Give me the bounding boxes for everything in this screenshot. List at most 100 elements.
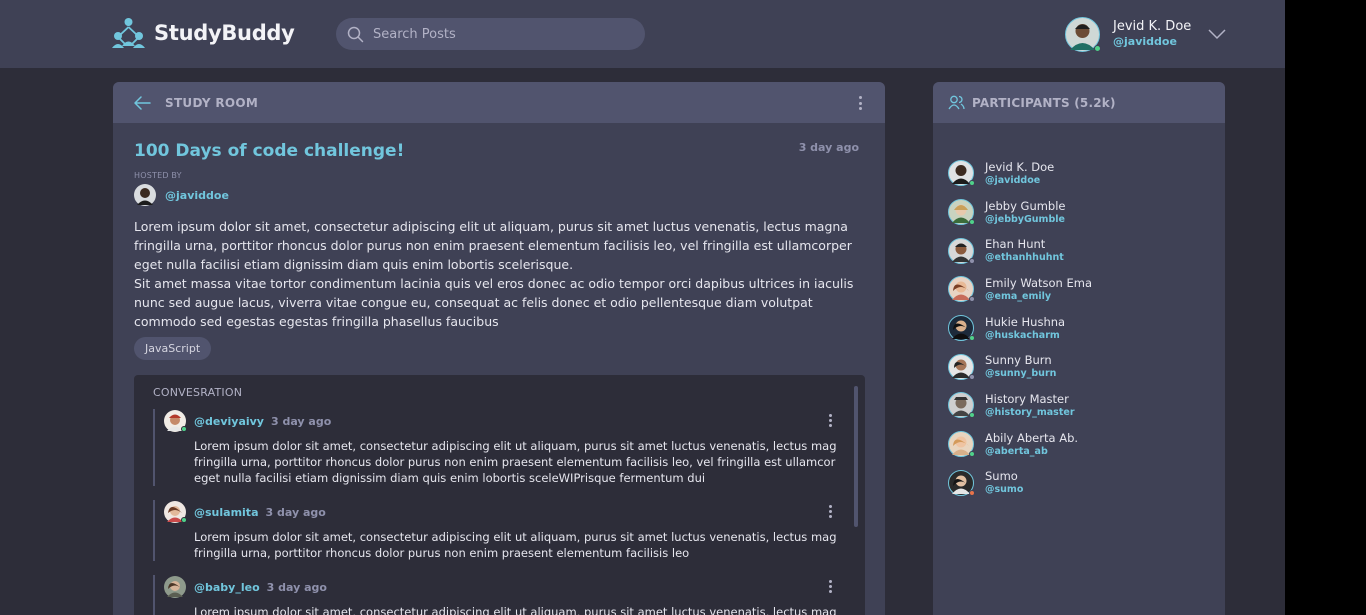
study-room-panel: STUDY ROOM 100 Days of code challenge! 3… — [113, 82, 885, 615]
online-status-dot — [181, 517, 187, 523]
status-dot — [969, 257, 975, 264]
participant-avatar[interactable] — [948, 431, 975, 458]
status-dot — [969, 489, 975, 496]
participants-panel: PARTICIPANTS (5.2k) Jevid K. Doe @javidd… — [933, 82, 1225, 615]
topic-tag[interactable]: JavaScript — [134, 337, 212, 360]
host-info[interactable]: @javiddoe — [134, 184, 229, 206]
participant-name: Jebby Gumble — [985, 198, 1066, 213]
message-text: Lorem ipsum dolor sit amet, consectetur … — [194, 439, 837, 485]
participant-handle: @aberta_ab — [985, 445, 1048, 457]
participant-item[interactable]: Jevid K. Doe @javiddoe — [948, 154, 1092, 193]
participant-name: Hukie Hushna — [985, 314, 1066, 329]
post-description-paragraph: Sit amet massa vitae tortor condimentum … — [134, 276, 854, 329]
message-text: Lorem ipsum dolor sit amet, consectetur … — [194, 530, 837, 560]
app-name: StudyBuddy — [154, 21, 295, 45]
message-options-icon[interactable] — [828, 414, 832, 427]
message-time: 3 day ago — [266, 580, 327, 594]
host-avatar[interactable] — [134, 184, 156, 206]
status-dot — [969, 412, 975, 419]
status-dot — [969, 180, 975, 187]
message: @deviyaivy 3 day ago Lorem ipsum dolor s… — [153, 409, 843, 486]
participant-avatar[interactable] — [948, 392, 975, 419]
logo-icon — [112, 18, 145, 48]
participant-name: Sunny Burn — [985, 353, 1052, 368]
message-author[interactable]: @sulamita — [194, 506, 259, 519]
message-options-icon[interactable] — [828, 580, 832, 593]
top-header: StudyBuddy Jevid K. Doe @javidd — [0, 0, 1285, 68]
status-dot — [969, 219, 975, 226]
participant-name: Emily Watson Ema — [985, 275, 1092, 290]
participant-name: Jevid K. Doe — [985, 159, 1055, 174]
room-options-icon[interactable] — [858, 96, 862, 110]
participant-avatar[interactable] — [948, 199, 975, 226]
conversation-panel: CONVESRATION @deviyaivy 3 day ago Lorem … — [134, 375, 865, 615]
participants-list: Jevid K. Doe @javiddoe Jebby Gumble @jeb… — [948, 154, 1092, 502]
message-text: Lorem ipsum dolor sit amet, consectetur … — [194, 605, 837, 615]
message-avatar-image — [164, 576, 186, 598]
status-dot — [969, 373, 975, 380]
participant-avatar[interactable] — [948, 315, 975, 342]
message-time: 3 day ago — [270, 414, 332, 428]
app-window: StudyBuddy Jevid K. Doe @javidd — [0, 0, 1285, 615]
participant-item[interactable]: Ehan Hunt @ethanhhuhnt — [948, 231, 1092, 270]
room-content: 100 Days of code challenge! 3 day ago HO… — [113, 123, 885, 615]
participant-avatar[interactable] — [948, 160, 975, 187]
host-avatar-image — [134, 184, 156, 206]
participant-handle: @huskacharm — [985, 329, 1060, 341]
search-input[interactable] — [373, 26, 623, 42]
participant-avatar[interactable] — [948, 276, 975, 303]
user-menu[interactable]: Jevid K. Doe @javiddoe — [1065, 16, 1227, 52]
participant-handle: @ema_emily — [985, 290, 1052, 302]
online-status-dot — [181, 426, 187, 432]
message-time: 3 day ago — [265, 505, 326, 519]
status-dot — [969, 335, 975, 342]
participants-title: PARTICIPANTS (5.2k) — [972, 95, 1116, 110]
status-dot — [969, 296, 975, 303]
message-avatar[interactable] — [164, 410, 187, 432]
participant-avatar[interactable] — [948, 469, 975, 496]
participant-name: Abily Aberta Ab. — [985, 430, 1079, 445]
participant-item[interactable]: Abily Aberta Ab. @aberta_ab — [948, 425, 1092, 464]
participant-item[interactable]: Sunny Burn @sunny_burn — [948, 347, 1092, 386]
online-status-dot — [1094, 44, 1101, 52]
message-author[interactable]: @baby_leo — [194, 581, 260, 594]
message-author[interactable]: @deviyaivy — [194, 415, 264, 428]
post-time: 3 day ago — [798, 141, 859, 154]
participant-avatar[interactable] — [948, 237, 975, 264]
participant-name: Ehan Hunt — [985, 237, 1046, 252]
users-icon — [948, 95, 965, 110]
message-avatar[interactable] — [164, 576, 186, 598]
host-handle[interactable]: @javiddoe — [165, 189, 229, 202]
participant-item[interactable]: History Master @history_master — [948, 386, 1092, 425]
participant-item[interactable]: Sumo @sumo — [948, 464, 1092, 503]
post-title: 100 Days of code challenge! — [134, 141, 405, 161]
user-handle: @javiddoe — [1113, 35, 1177, 48]
arrow-left-icon[interactable] — [134, 95, 151, 110]
logo[interactable]: StudyBuddy — [112, 16, 295, 50]
message-options-icon[interactable] — [828, 505, 832, 518]
message-avatar[interactable] — [164, 501, 187, 523]
message: @sulamita 3 day ago Lorem ipsum dolor si… — [153, 500, 843, 561]
user-avatar[interactable] — [1065, 16, 1101, 52]
user-name: Jevid K. Doe — [1113, 19, 1192, 34]
status-dot — [969, 451, 975, 458]
participant-handle: @javiddoe — [985, 174, 1041, 186]
study-room-title: STUDY ROOM — [165, 95, 259, 110]
participant-handle: @sumo — [985, 484, 1024, 496]
participant-handle: @ethanhhuhnt — [985, 252, 1064, 264]
participant-item[interactable]: Jebby Gumble @jebbyGumble — [948, 193, 1092, 232]
post-description-paragraph: Lorem ipsum dolor sit amet, consectetur … — [134, 219, 852, 272]
participant-item[interactable]: Emily Watson Ema @ema_emily — [948, 270, 1092, 309]
study-room-header: STUDY ROOM — [113, 82, 885, 123]
participant-name: History Master — [985, 391, 1069, 406]
message: @baby_leo 3 day ago Lorem ipsum dolor si… — [153, 575, 843, 615]
participant-avatar[interactable] — [948, 353, 975, 380]
search-icon — [347, 26, 364, 42]
conversation-scrollbar[interactable] — [854, 386, 858, 527]
participant-handle: @sunny_burn — [985, 368, 1057, 380]
participant-name: Sumo — [985, 469, 1018, 484]
search-bar[interactable] — [336, 18, 645, 50]
participant-item[interactable]: Hukie Hushna @huskacharm — [948, 309, 1092, 348]
participant-handle: @history_master — [985, 406, 1075, 418]
chevron-down-icon[interactable] — [1207, 28, 1227, 40]
